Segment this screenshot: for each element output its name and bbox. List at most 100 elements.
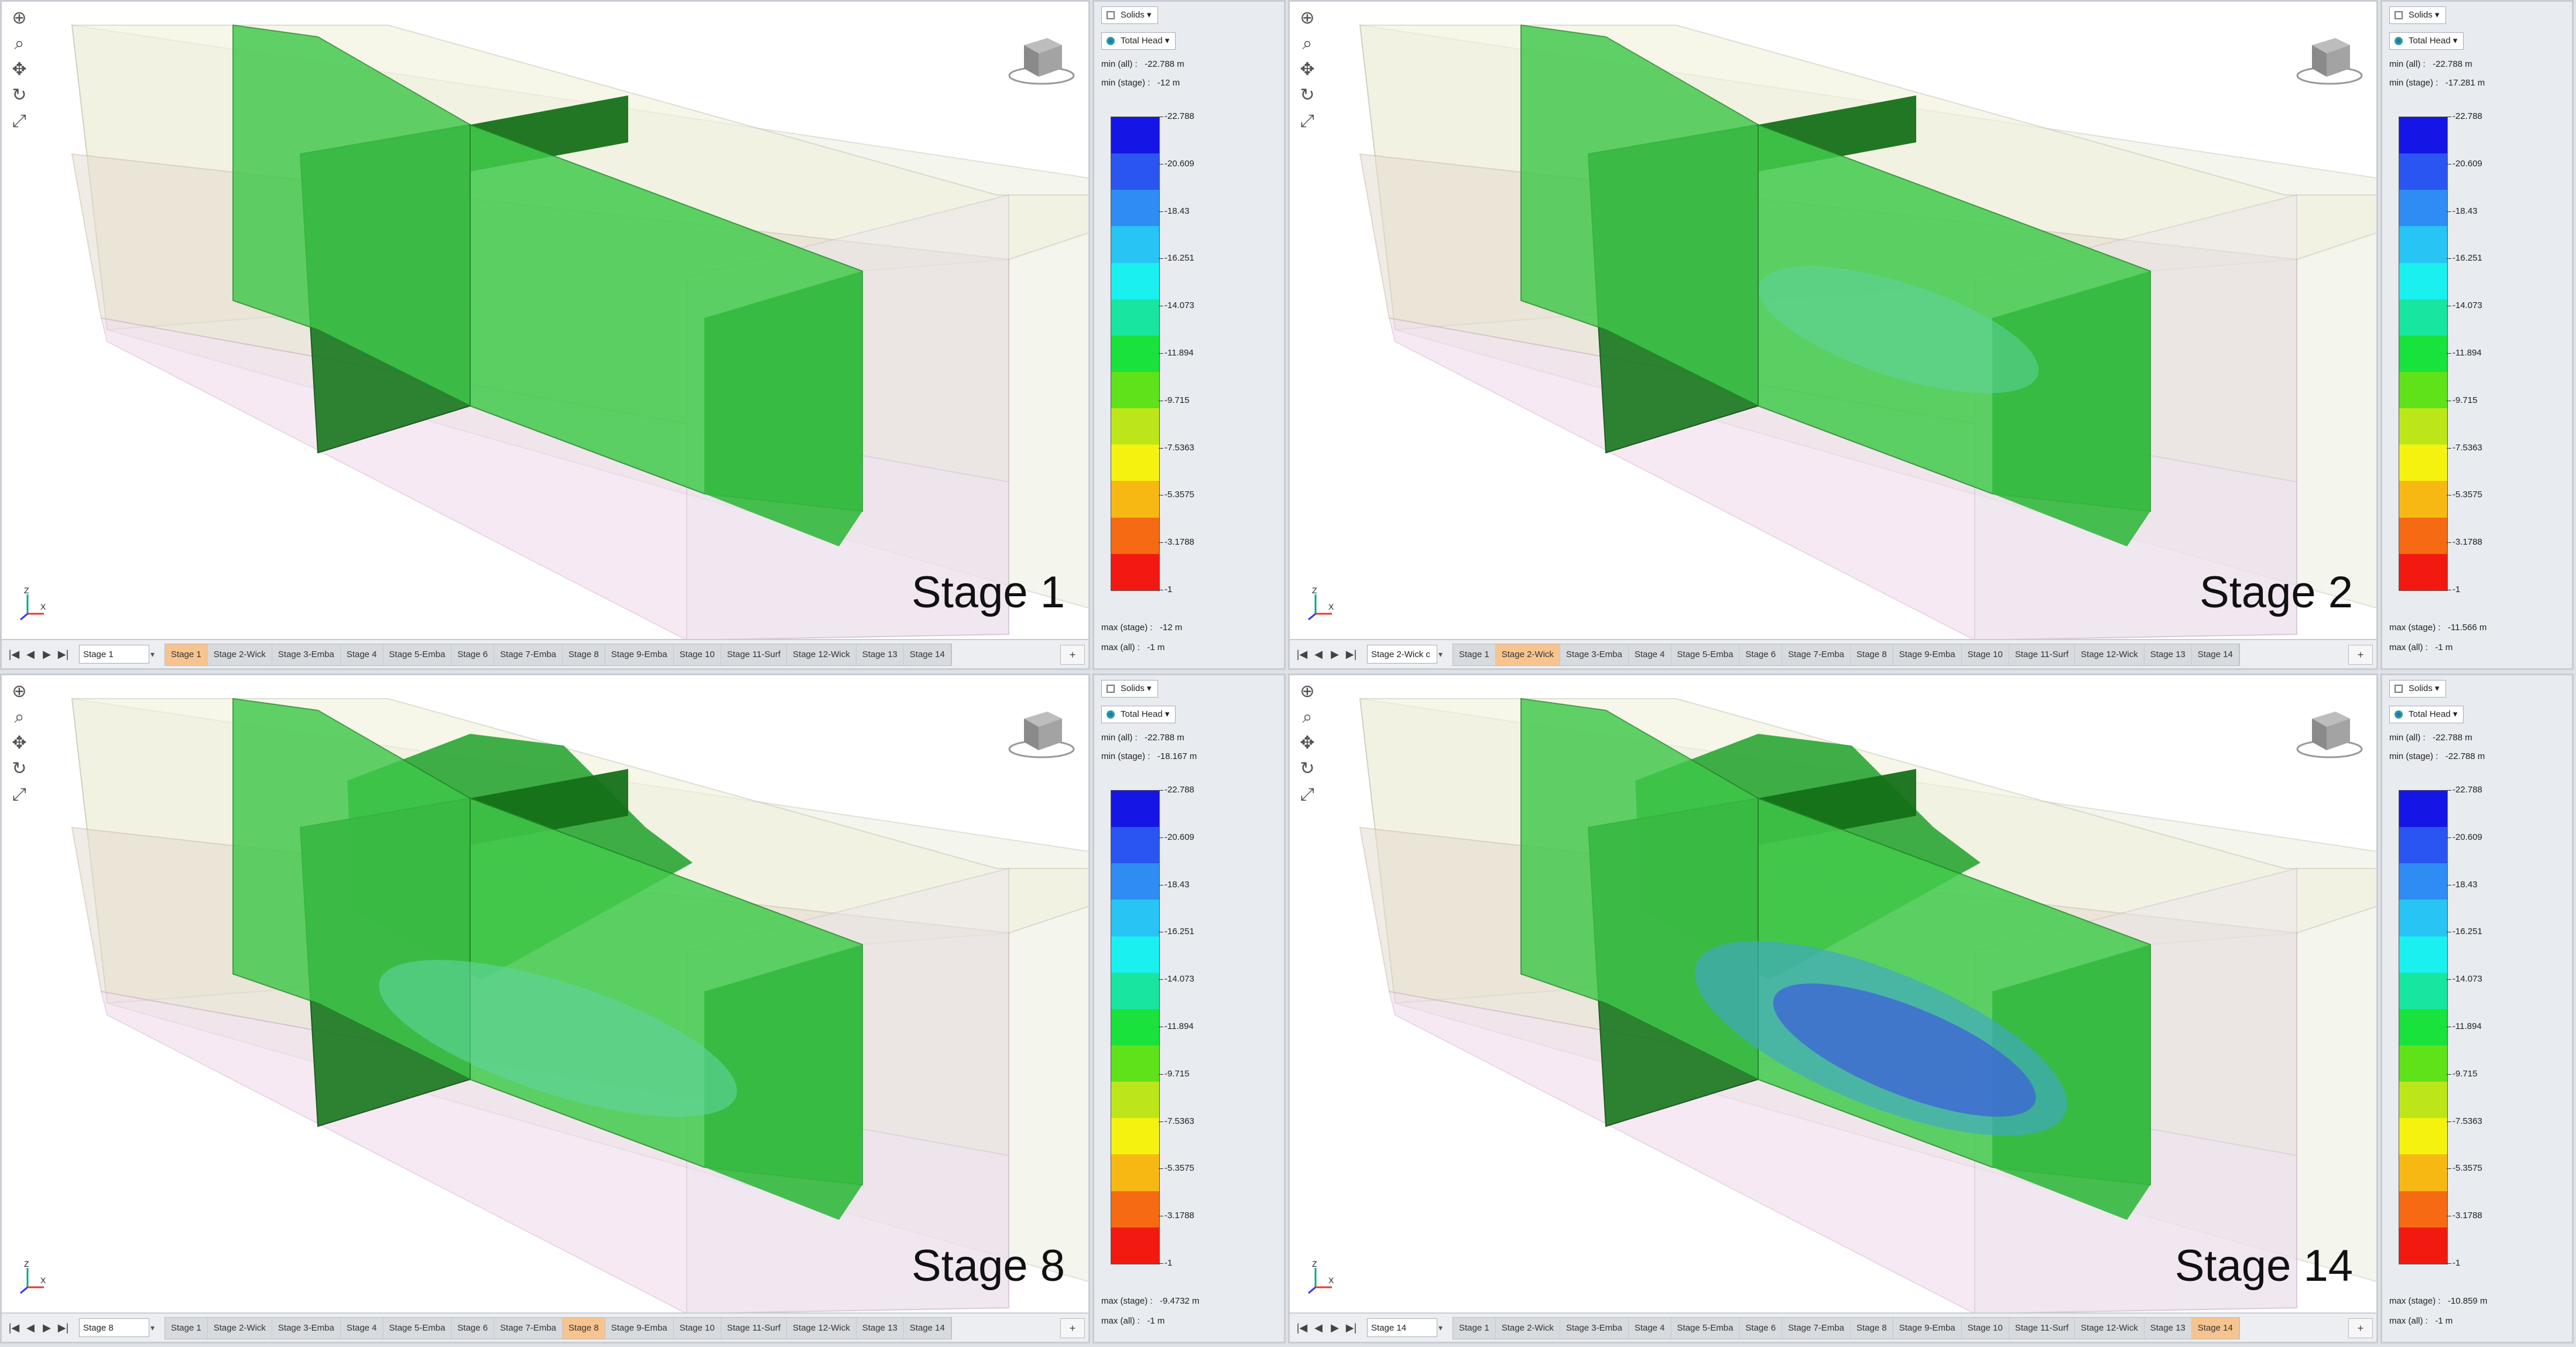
stage-nav-button-4[interactable]: ▶| <box>57 1319 70 1336</box>
stage-nav-button-2[interactable]: ◀ <box>1312 646 1325 662</box>
stage-tab[interactable]: Stage 13 <box>2145 1318 2192 1339</box>
fit-icon[interactable]: ⤢ <box>9 111 30 132</box>
stage-nav-button-2[interactable]: ◀ <box>24 1319 37 1336</box>
stage-tab[interactable]: Stage 8 <box>563 1318 605 1339</box>
stage-tab[interactable]: Stage 4 <box>341 1318 383 1339</box>
stage-tab[interactable]: Stage 7-Emba <box>1782 1318 1851 1339</box>
stage-tab[interactable]: Stage 8 <box>1851 644 1893 665</box>
view-cube-icon[interactable] <box>2294 701 2365 760</box>
stage-nav-button-3[interactable]: ▶ <box>1328 1319 1341 1336</box>
stage-tab[interactable]: Stage 11-Surf <box>721 1318 787 1339</box>
stage-tab[interactable]: Stage 2-Wick <box>1495 644 1560 665</box>
model-scene[interactable] <box>1290 675 2378 1314</box>
stage-tab[interactable]: Stage 12-Wick <box>787 644 857 665</box>
stage-tab[interactable]: Stage 5-Emba <box>1671 1318 1740 1339</box>
stage-tab[interactable]: Stage 12-Wick <box>2075 1318 2145 1339</box>
stage-nav-button-3[interactable]: ▶ <box>1328 646 1341 662</box>
stage-tab[interactable]: Stage 1 <box>165 1318 208 1339</box>
stage-tab[interactable]: Stage 11-Surf <box>721 644 787 665</box>
stage-tab[interactable]: Stage 7-Emba <box>1782 644 1851 665</box>
stage-tab[interactable]: Stage 11-Surf <box>2009 1318 2075 1339</box>
contour-dropdown[interactable]: Total Head ▾ <box>1101 32 1176 50</box>
stage-tab[interactable]: Stage 7-Emba <box>494 1318 563 1339</box>
stage-tab[interactable]: Stage 6 <box>1739 1318 1783 1339</box>
view-cube-icon[interactable] <box>2294 28 2365 86</box>
stage-nav-button-3[interactable]: ▶ <box>40 646 53 662</box>
stage-tab[interactable]: Stage 2-Wick <box>1496 1318 1560 1339</box>
rotate-icon[interactable]: ↻ <box>1297 85 1318 106</box>
rotate-icon[interactable]: ↻ <box>9 85 30 106</box>
model-scene[interactable] <box>1290 2 2378 640</box>
stage-tab[interactable]: Stage 5-Emba <box>383 644 452 665</box>
stage-nav-button-2[interactable]: ◀ <box>24 646 37 662</box>
add-stage-button[interactable]: + <box>1060 645 1085 665</box>
stage-tab[interactable]: Stage 3-Emba <box>272 644 341 665</box>
stage-tab[interactable]: Stage 9-Emba <box>1893 644 1962 665</box>
add-stage-button[interactable]: + <box>2348 645 2373 665</box>
stage-tab[interactable]: Stage 3-Emba <box>1560 1318 1629 1339</box>
solids-dropdown[interactable]: Solids ▾ <box>1101 6 1158 24</box>
zoom-icon[interactable]: ⌕ <box>1297 707 1318 728</box>
stage-tab[interactable]: Stage 4 <box>1629 644 1671 665</box>
stage-tab[interactable]: Stage 2-Wick <box>208 644 272 665</box>
fit-icon[interactable]: ⤢ <box>1297 784 1318 805</box>
chevron-down-icon[interactable]: ▾ <box>150 645 161 664</box>
stage-tab[interactable]: Stage 4 <box>341 644 383 665</box>
view-cube-icon[interactable] <box>1006 28 1077 86</box>
stage-nav-button-2[interactable]: ◀ <box>1312 1319 1325 1336</box>
stage-tab[interactable]: Stage 14 <box>904 1318 951 1339</box>
stage-nav-button-4[interactable]: ▶| <box>1345 646 1358 662</box>
stage-tab[interactable]: Stage 1 <box>1453 1318 1496 1339</box>
stage-tab[interactable]: Stage 3-Emba <box>1560 644 1629 665</box>
fit-icon[interactable]: ⤢ <box>9 784 30 805</box>
stage-tab[interactable]: Stage 8 <box>563 644 605 665</box>
stage-tab[interactable]: Stage 5-Emba <box>383 1318 452 1339</box>
solids-dropdown[interactable]: Solids ▾ <box>2389 680 2446 698</box>
stage-tab[interactable]: Stage 13 <box>2145 644 2192 665</box>
stage-tab[interactable]: Stage 13 <box>857 644 904 665</box>
stage-nav-button-1[interactable]: |◀ <box>1296 646 1308 662</box>
stage-tab[interactable]: Stage 13 <box>857 1318 904 1339</box>
stage-select[interactable]: Stage 2-Wick c <box>1367 645 1437 664</box>
stage-select[interactable]: Stage 8 <box>79 1318 149 1337</box>
add-stage-button[interactable]: + <box>1060 1318 1085 1338</box>
stage-tab[interactable]: Stage 11-Surf <box>2009 644 2075 665</box>
stage-tab[interactable]: Stage 14 <box>2192 644 2239 665</box>
stage-tab[interactable]: Stage 6 <box>1739 644 1783 665</box>
chevron-down-icon[interactable]: ▾ <box>150 1318 161 1337</box>
stage-tab[interactable]: Stage 1 <box>165 644 208 665</box>
3d-viewport[interactable]: ⊕ ⌕ ✥ ↻ ⤢ Z X Stage 2 |◀ ◀ ▶ ▶| Stage 2-Wick c ▾ Stage… <box>1288 0 2378 670</box>
stage-nav-button-4[interactable]: ▶| <box>1345 1319 1358 1336</box>
solids-dropdown[interactable]: Solids ▾ <box>1101 680 1158 698</box>
fit-icon[interactable]: ⤢ <box>1297 111 1318 132</box>
stage-tab[interactable]: Stage 9-Emba <box>605 644 674 665</box>
stage-tab[interactable]: Stage 10 <box>674 1318 721 1339</box>
stage-tab[interactable]: Stage 14 <box>904 644 951 665</box>
stage-tab[interactable]: Stage 10 <box>1962 1318 2009 1339</box>
3d-viewport[interactable]: ⊕ ⌕ ✥ ↻ ⤢ Z X Stage 1 |◀ ◀ ▶ ▶| Stage 1 ▾ Stage 1 Stage… <box>0 0 1090 670</box>
zoom-window-icon[interactable]: ⊕ <box>1297 681 1318 702</box>
stage-nav-button-4[interactable]: ▶| <box>57 646 70 662</box>
rotate-icon[interactable]: ↻ <box>9 758 30 780</box>
model-scene[interactable] <box>2 675 1090 1314</box>
stage-nav-button-1[interactable]: |◀ <box>1296 1319 1308 1336</box>
stage-tab[interactable]: Stage 1 <box>1453 644 1496 665</box>
add-stage-button[interactable]: + <box>2348 1318 2373 1338</box>
3d-viewport[interactable]: ⊕ ⌕ ✥ ↻ ⤢ Z X Stage 8 |◀ ◀ ▶ ▶| Stage 8 ▾ Stage 1 Stage… <box>0 674 1090 1343</box>
stage-tab[interactable]: Stage 9-Emba <box>1893 1318 1962 1339</box>
3d-viewport[interactable]: ⊕ ⌕ ✥ ↻ ⤢ Z X Stage 14 |◀ ◀ ▶ ▶| Stage 14 ▾ Stage 1 Sta… <box>1288 674 2378 1343</box>
stage-tab[interactable]: Stage 8 <box>1851 1318 1893 1339</box>
pan-icon[interactable]: ✥ <box>1297 59 1318 80</box>
zoom-icon[interactable]: ⌕ <box>9 33 30 54</box>
zoom-window-icon[interactable]: ⊕ <box>1297 8 1318 29</box>
model-scene[interactable] <box>2 2 1090 640</box>
stage-tab[interactable]: Stage 3-Emba <box>272 1318 341 1339</box>
stage-select[interactable]: Stage 14 <box>1367 1318 1437 1337</box>
stage-tab[interactable]: Stage 9-Emba <box>605 1318 674 1339</box>
contour-dropdown[interactable]: Total Head ▾ <box>1101 706 1176 723</box>
chevron-down-icon[interactable]: ▾ <box>1438 645 1449 664</box>
stage-tab[interactable]: Stage 10 <box>674 644 721 665</box>
stage-tab[interactable]: Stage 7-Emba <box>494 644 563 665</box>
pan-icon[interactable]: ✥ <box>1297 733 1318 754</box>
solids-dropdown[interactable]: Solids ▾ <box>2389 6 2446 24</box>
